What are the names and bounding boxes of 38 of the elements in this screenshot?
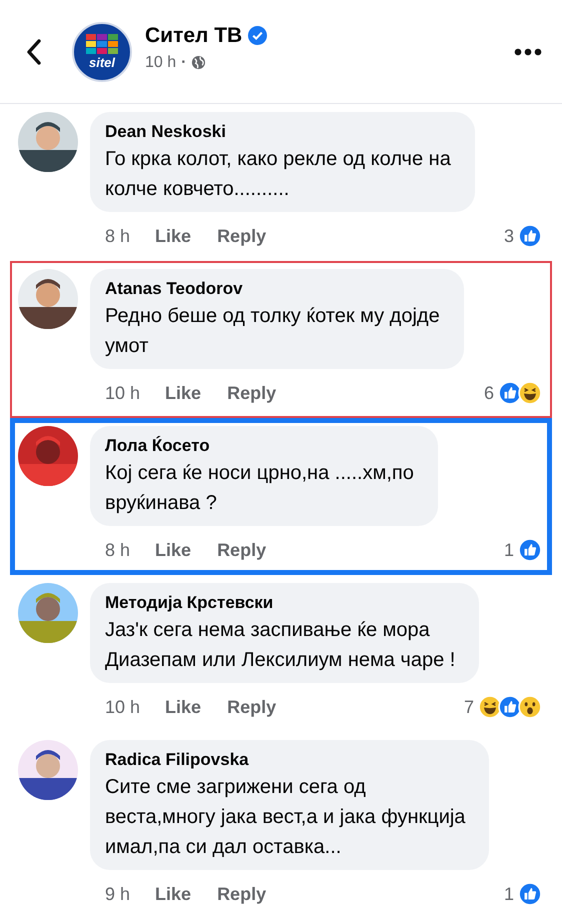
separator: · (181, 54, 186, 72)
author-name[interactable]: Dean Neskoski (105, 120, 451, 144)
author-name[interactable]: Radica Filipovska (105, 748, 466, 772)
comment-text: Кој сега ќе носи црно,на .....хм,по вруќинава ? (105, 461, 414, 516)
logo-text: sitel (88, 56, 115, 70)
reply-link[interactable]: Reply (217, 226, 266, 246)
reaction-count: 7 (464, 696, 474, 718)
reply-link[interactable]: Reply (217, 540, 266, 560)
comment-time: 10 h (105, 382, 140, 404)
reply-link[interactable]: Reply (227, 696, 276, 718)
reaction-count: 6 (484, 382, 494, 404)
comment-text: Редно беше од толку ќотек му дојде умот (105, 304, 440, 359)
author-name[interactable]: Лола Ќосето (105, 434, 414, 458)
post-time: 10 h (145, 54, 176, 72)
comment-text: Го крка колот, како рекле од колче на колче ковчето.......... (105, 147, 451, 202)
author-name[interactable]: Atanas Teodorov (105, 277, 440, 301)
like-link[interactable]: Like (155, 226, 192, 246)
comment-time: 8 h (105, 226, 130, 246)
reply-link[interactable]: Reply (227, 382, 276, 404)
like-link[interactable]: Like (165, 696, 202, 718)
author-name[interactable]: Методија Крстевски (105, 591, 456, 615)
comment-time: 9 h (105, 884, 130, 904)
more-icon (514, 48, 542, 56)
globe-icon (191, 55, 206, 70)
page-name[interactable]: Сител ТВ (145, 24, 242, 48)
comment-time: 10 h (105, 696, 140, 718)
like-link[interactable]: Like (155, 884, 192, 904)
reaction-count: 1 (504, 884, 514, 904)
comment-time: 8 h (105, 540, 130, 560)
reaction-count: 1 (504, 540, 514, 560)
back-icon[interactable] (26, 38, 42, 64)
logo-blocks-icon (86, 34, 118, 54)
like-link[interactable]: Like (165, 382, 202, 404)
reply-link[interactable]: Reply (217, 884, 266, 904)
reaction-count: 3 (504, 226, 514, 246)
comment-text: Јаз'к сега нема заспивање ќе мора Диазепам или Лексилиум нема чаре ! (105, 618, 456, 673)
like-link[interactable]: Like (155, 540, 192, 560)
comment-text: Сите сме загрижени сега од веста,многу јака вест,а и јака функција имал,па си дал оставка... (105, 775, 466, 860)
